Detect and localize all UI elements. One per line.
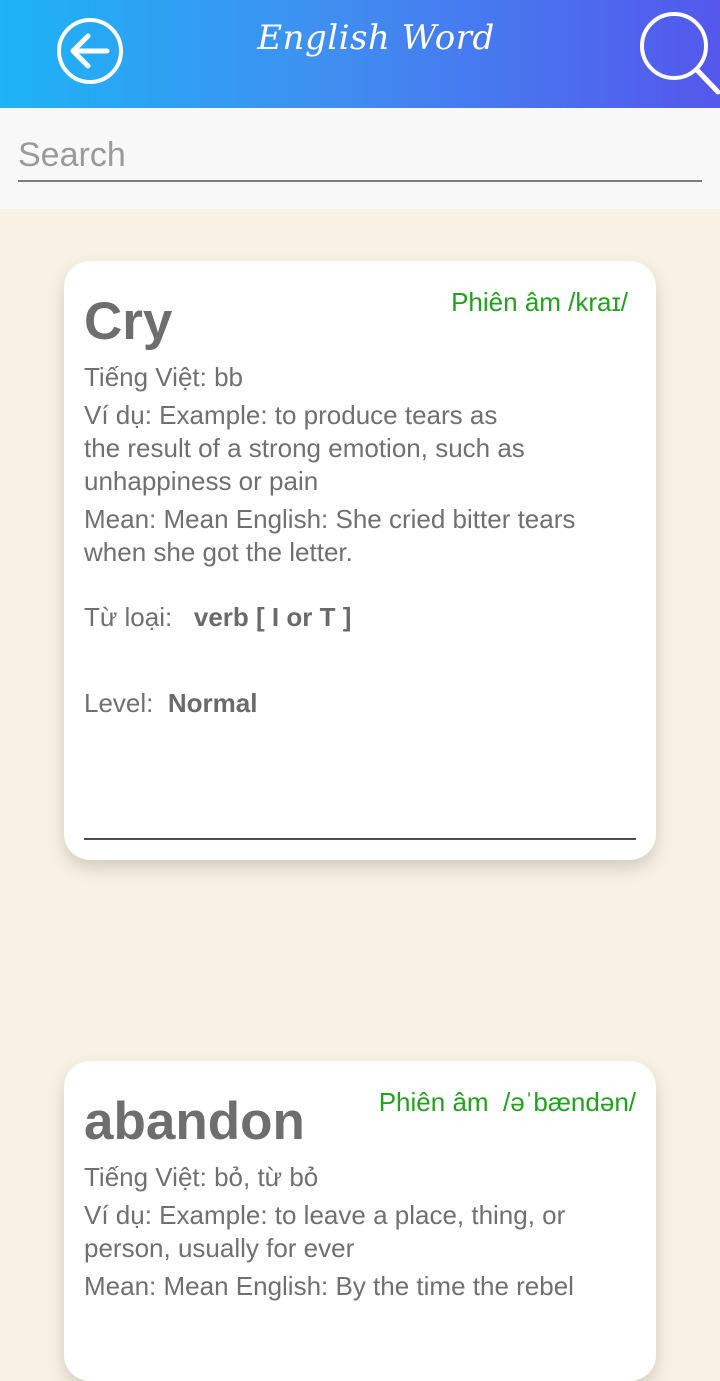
word-card[interactable]: Cry Phiên âm /kraɪ/ Tiếng Việt: bb Ví dụ…: [64, 261, 656, 860]
app-bar: English Word: [0, 0, 720, 108]
word-type: Từ loại: verb [ I or T ]: [84, 602, 352, 632]
vietnamese-meaning: Tiếng Việt: bb: [84, 362, 244, 392]
mean-text: Mean: Mean English: She cried bitter tea…: [84, 504, 576, 567]
word-title: Cry: [84, 292, 173, 351]
word-title: abandon: [84, 1092, 305, 1151]
word-card[interactable]: abandon Phiên âm /əˈbændən/ Tiếng Việt: …: [64, 1061, 656, 1381]
phonetic: Phiên âm /əˈbændən/: [378, 1087, 636, 1117]
example-text: Ví dụ: Example: to leave a place, thing,…: [84, 1200, 566, 1263]
example-text: Ví dụ: Example: to produce tears as the …: [84, 400, 525, 496]
vietnamese-meaning: Tiếng Việt: bỏ, từ bỏ: [84, 1162, 319, 1192]
divider: [84, 838, 636, 840]
app-title: English Word: [257, 18, 495, 58]
word-level: Level: Normal: [84, 688, 258, 718]
search-icon[interactable]: [636, 10, 720, 96]
search-input[interactable]: [18, 130, 702, 182]
mean-text: Mean: Mean English: By the time the rebe…: [84, 1271, 574, 1301]
phonetic: Phiên âm /kraɪ/: [451, 287, 628, 317]
